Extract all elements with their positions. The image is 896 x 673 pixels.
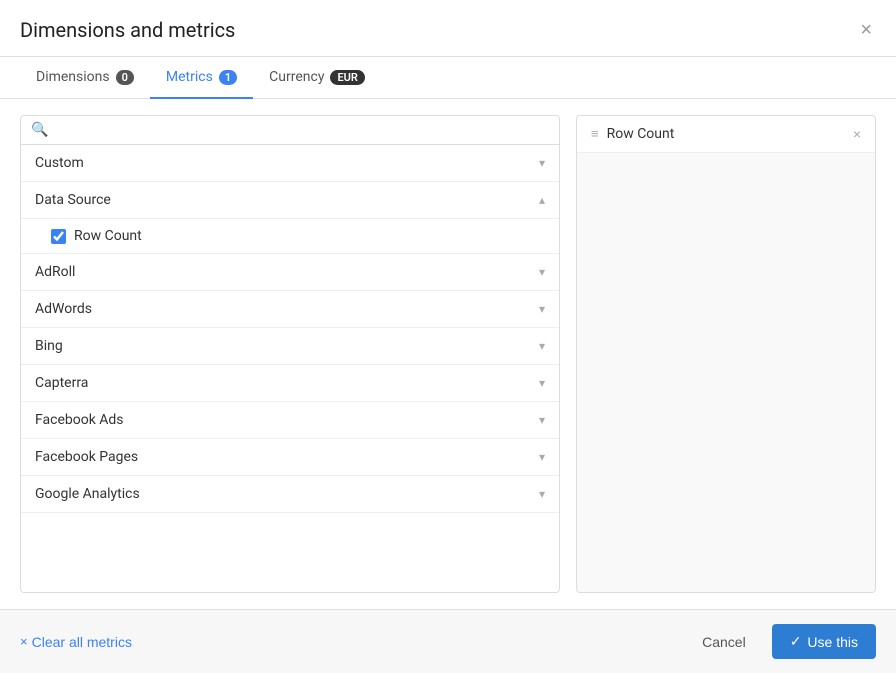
category-adwords-label: AdWords <box>35 301 92 317</box>
category-bing-label: Bing <box>35 338 63 354</box>
category-adwords[interactable]: AdWords ▾ <box>21 291 559 328</box>
category-capterra[interactable]: Capterra ▾ <box>21 365 559 402</box>
row-count-label: Row Count <box>74 228 142 244</box>
tab-metrics[interactable]: Metrics 1 <box>150 57 253 99</box>
chevron-down-icon: ▾ <box>539 413 545 427</box>
tab-dimensions-badge: 0 <box>116 70 134 85</box>
category-capterra-label: Capterra <box>35 375 88 391</box>
chevron-down-icon: ▾ <box>539 302 545 316</box>
dimensions-metrics-modal: Dimensions and metrics × Dimensions 0 Me… <box>0 0 896 673</box>
cancel-button[interactable]: Cancel <box>688 626 760 658</box>
clear-all-metrics-button[interactable]: × Clear all metrics <box>20 634 132 650</box>
tab-dimensions[interactable]: Dimensions 0 <box>20 57 150 99</box>
use-this-label: Use this <box>807 634 858 650</box>
tab-currency-label: Currency <box>269 69 324 85</box>
clear-all-metrics-label: Clear all metrics <box>32 634 132 650</box>
checkbox-row-count[interactable] <box>51 229 66 244</box>
modal-header: Dimensions and metrics × <box>0 0 896 57</box>
category-facebook-ads[interactable]: Facebook Ads ▾ <box>21 402 559 439</box>
category-custom-label: Custom <box>35 155 84 171</box>
selected-metric-row-count: ≡ Row Count × <box>577 116 875 153</box>
modal-body: 🔍 Custom ▾ Data Source ▴ Row Coun <box>0 99 896 609</box>
chevron-down-icon: ▾ <box>539 265 545 279</box>
category-data-source-label: Data Source <box>35 192 111 208</box>
use-this-button[interactable]: ✓ Use this <box>772 624 876 659</box>
tab-dimensions-label: Dimensions <box>36 69 110 85</box>
chevron-down-icon: ▾ <box>539 450 545 464</box>
footer-left: × Clear all metrics <box>20 634 676 650</box>
category-facebook-ads-label: Facebook Ads <box>35 412 124 428</box>
chevron-down-icon: ▾ <box>539 487 545 501</box>
category-data-source[interactable]: Data Source ▴ <box>21 182 559 219</box>
category-list: Custom ▾ Data Source ▴ Row Count AdRoll … <box>21 145 559 592</box>
tab-metrics-label: Metrics <box>166 69 213 85</box>
category-facebook-pages-label: Facebook Pages <box>35 449 138 465</box>
chevron-down-icon: ▾ <box>539 376 545 390</box>
left-panel: 🔍 Custom ▾ Data Source ▴ Row Coun <box>20 115 560 593</box>
search-bar: 🔍 <box>21 116 559 145</box>
selected-metric-label: Row Count <box>607 126 675 142</box>
tab-currency-badge: EUR <box>330 70 364 85</box>
search-input[interactable] <box>56 122 549 138</box>
list-item-row-count: Row Count <box>21 219 559 254</box>
tab-bar: Dimensions 0 Metrics 1 Currency EUR <box>0 57 896 99</box>
tab-metrics-badge: 1 <box>219 70 237 85</box>
category-facebook-pages[interactable]: Facebook Pages ▾ <box>21 439 559 476</box>
check-icon: ✓ <box>790 633 802 650</box>
category-custom[interactable]: Custom ▾ <box>21 145 559 182</box>
right-panel: ≡ Row Count × <box>576 115 876 593</box>
chevron-down-icon: ▾ <box>539 156 545 170</box>
category-adroll[interactable]: AdRoll ▾ <box>21 254 559 291</box>
category-adroll-label: AdRoll <box>35 264 75 280</box>
modal-footer: × Clear all metrics Cancel ✓ Use this <box>0 609 896 673</box>
close-button[interactable]: × <box>856 20 876 40</box>
tab-currency[interactable]: Currency EUR <box>253 57 381 99</box>
modal-title: Dimensions and metrics <box>20 18 235 42</box>
chevron-down-icon: ▾ <box>539 339 545 353</box>
category-google-analytics[interactable]: Google Analytics ▾ <box>21 476 559 513</box>
drag-handle-icon: ≡ <box>591 126 599 142</box>
remove-row-count-button[interactable]: × <box>853 127 861 141</box>
chevron-up-icon: ▴ <box>539 193 545 207</box>
category-google-analytics-label: Google Analytics <box>35 486 140 502</box>
search-icon: 🔍 <box>31 122 48 138</box>
category-bing[interactable]: Bing ▾ <box>21 328 559 365</box>
clear-x-icon: × <box>20 634 28 649</box>
